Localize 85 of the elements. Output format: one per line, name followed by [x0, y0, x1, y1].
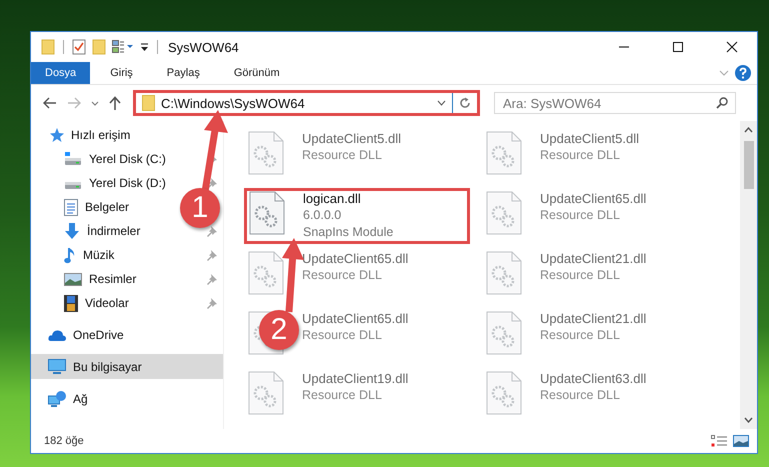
file-name: UpdateClient65.dll: [302, 311, 408, 327]
sidebar-item[interactable]: Belgeler: [85, 200, 130, 214]
file-detail: Resource DLL: [302, 387, 383, 404]
address-bar[interactable]: C:\Windows\SysWOW64: [133, 90, 480, 116]
pin-icon[interactable]: [207, 298, 217, 308]
film-icon: [64, 294, 78, 312]
file-name: UpdateClient21.dll: [540, 251, 646, 267]
network-icon: [48, 390, 66, 406]
expand-ribbon-icon[interactable]: [719, 70, 729, 76]
monitor-icon: [48, 358, 66, 374]
file-detail: Resource DLL: [540, 387, 621, 404]
recent-locations-icon[interactable]: [91, 100, 99, 106]
file-detail: Resource DLL: [540, 207, 621, 224]
scroll-thumb[interactable]: [744, 141, 754, 189]
file-detail: Resource DLL: [302, 327, 383, 344]
up-icon[interactable]: [109, 96, 121, 110]
view-icon[interactable]: [112, 40, 134, 54]
dll-file-icon: [248, 131, 284, 175]
sidebar-item[interactable]: Yerel Disk (C:): [89, 152, 166, 166]
file-name: UpdateClient21.dll: [540, 311, 646, 327]
music-note-icon: [64, 246, 76, 264]
dll-file-icon: [486, 131, 522, 175]
file-name: UpdateClient63.dll: [540, 371, 646, 387]
folder-icon: [142, 95, 155, 111]
dll-file-icon: [249, 191, 285, 235]
drive-icon: [64, 152, 82, 166]
sidebar-item[interactable]: OneDrive: [31, 322, 223, 347]
dll-file-icon: [248, 371, 284, 415]
window-title: SysWOW64: [168, 40, 239, 54]
file-detail: 6.0.0.0: [303, 207, 342, 224]
customize-toolbar-icon[interactable]: [140, 42, 149, 52]
file-detail: Resource DLL: [540, 327, 621, 344]
sidebar-item[interactable]: Yerel Disk (D:): [89, 176, 166, 190]
sidebar-item[interactable]: İndirmeler: [87, 224, 140, 238]
help-icon[interactable]: [735, 65, 751, 81]
dll-file-icon: [486, 191, 522, 235]
sidebar-item[interactable]: Resimler: [89, 272, 136, 286]
cloud-icon: [48, 328, 66, 340]
maximize-icon[interactable]: [672, 41, 684, 53]
file-name: UpdateClient5.dll: [540, 131, 640, 147]
file-name: UpdateClient5.dll: [302, 131, 402, 147]
sidebar-item[interactable]: Ağ: [31, 386, 223, 411]
file-detail: Resource DLL: [540, 267, 621, 284]
star-icon: [48, 127, 64, 143]
document-icon: [64, 198, 78, 216]
large-icons-view-icon[interactable]: [733, 435, 749, 447]
file-name: UpdateClient65.dll: [540, 191, 646, 207]
item-count: 182 öğe: [44, 435, 84, 447]
ribbon-tab[interactable]: Paylaş: [152, 62, 214, 84]
search-icon: [716, 97, 728, 109]
search-field[interactable]: Ara: SysWOW64: [494, 92, 736, 114]
pin-icon[interactable]: [207, 178, 217, 188]
close-icon[interactable]: [726, 41, 738, 53]
scroll-down-icon[interactable]: [744, 417, 753, 423]
selected-sidebar-item[interactable]: Bu bilgisayar: [31, 354, 223, 379]
dll-file-icon: [486, 251, 522, 295]
dll-file-icon: [248, 251, 284, 295]
back-icon[interactable]: [43, 97, 57, 109]
dll-file-icon: [486, 311, 522, 355]
ribbon-tab[interactable]: Dosya: [31, 62, 90, 84]
scroll-up-icon[interactable]: [744, 127, 753, 133]
file-name: UpdateClient65.dll: [302, 251, 408, 267]
file-name: logican.dll: [303, 191, 362, 207]
file-detail: SnapIns Module: [303, 224, 394, 241]
scrollbar[interactable]: [740, 121, 757, 429]
file-name: UpdateClient19.dll: [302, 371, 408, 387]
details-view-icon[interactable]: [711, 435, 727, 447]
sidebar-item[interactable]: Videolar: [85, 296, 129, 310]
pin-icon[interactable]: [207, 226, 217, 236]
file-detail: Resource DLL: [540, 147, 621, 164]
dropdown-icon[interactable]: [437, 100, 446, 106]
file-detail: Resource DLL: [302, 267, 383, 284]
download-arrow-icon: [64, 223, 80, 239]
refresh-icon[interactable]: [459, 97, 471, 109]
ribbon-tab[interactable]: Görünüm: [220, 62, 294, 84]
file-detail: Resource DLL: [302, 147, 383, 164]
ribbon-tab[interactable]: Giriş: [96, 62, 147, 84]
properties-icon[interactable]: [72, 39, 86, 55]
sidebar-item[interactable]: Hızlı erişim: [71, 128, 130, 142]
sidebar-item[interactable]: Müzik: [83, 248, 114, 262]
picture-icon: [64, 272, 82, 286]
pin-icon[interactable]: [207, 250, 217, 260]
pin-icon[interactable]: [207, 274, 217, 284]
dll-file-icon: [486, 371, 522, 415]
highlighted-file[interactable]: logican.dll 6.0.0.0 SnapIns Module: [244, 188, 470, 244]
